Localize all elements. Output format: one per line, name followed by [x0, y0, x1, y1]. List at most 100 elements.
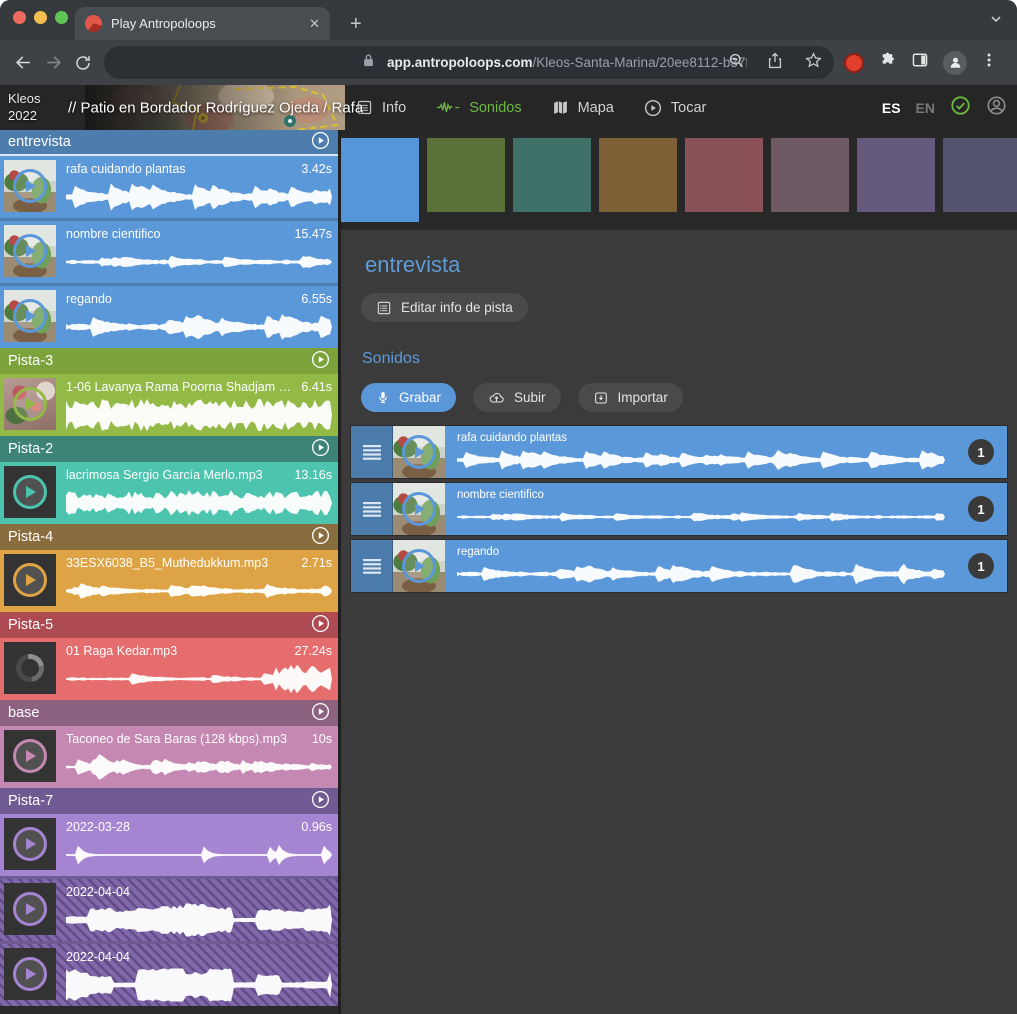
play-icon[interactable]: [13, 169, 47, 203]
track-header[interactable]: Pista-5: [0, 612, 338, 638]
record-button[interactable]: Grabar: [361, 383, 456, 412]
play-icon[interactable]: [13, 892, 47, 926]
track-play-button[interactable]: [311, 131, 330, 154]
sound-row[interactable]: rafa cuidando plantas1: [350, 425, 1008, 479]
track-color-tile[interactable]: [341, 138, 419, 222]
tab-favicon-icon: [85, 15, 102, 32]
clip-item[interactable]: 2022-04-04: [0, 879, 338, 941]
record-extension-icon[interactable]: [844, 53, 864, 73]
waveform: [457, 448, 945, 472]
track-color-tile[interactable]: [943, 138, 1017, 212]
clip-item[interactable]: 1-06 Lavanya Rama Poorna Shadjam Rupak..…: [0, 374, 338, 436]
play-icon[interactable]: [13, 299, 47, 333]
play-icon[interactable]: [13, 475, 47, 509]
track-header[interactable]: base: [0, 700, 338, 726]
track-header[interactable]: Pista-2: [0, 436, 338, 462]
track-play-button[interactable]: [311, 790, 330, 813]
play-icon[interactable]: [402, 549, 436, 583]
play-icon[interactable]: [402, 492, 436, 526]
track-color-tile[interactable]: [771, 138, 849, 212]
project-title: Kleos 2022: [8, 90, 41, 124]
track-section: entrevistarafa cuidando plantas3.42snomb…: [0, 130, 338, 348]
nav-tab-info[interactable]: Info: [356, 99, 406, 116]
track-color-tile[interactable]: [685, 138, 763, 212]
play-icon[interactable]: [13, 387, 47, 421]
reload-button[interactable]: [68, 48, 98, 78]
clip-item[interactable]: rafa cuidando plantas3.42s: [0, 156, 338, 218]
tab-title: Play Antropoloops: [111, 16, 300, 31]
nav-tab-tocar[interactable]: Tocar: [644, 99, 706, 117]
clip-title: lacrimosa Sergio García Merlo.mp3: [66, 468, 263, 483]
track-play-button[interactable]: [311, 438, 330, 461]
tab-search-chevron-icon[interactable]: [989, 12, 1003, 31]
clip-item[interactable]: 01 Raga Kedar.mp327.24s: [0, 638, 338, 700]
play-icon[interactable]: [13, 563, 47, 597]
nav-tab-mapa[interactable]: Mapa: [552, 99, 614, 116]
profile-avatar[interactable]: [943, 51, 967, 75]
play-icon[interactable]: [402, 435, 436, 469]
track-header[interactable]: Pista-3: [0, 348, 338, 374]
play-icon[interactable]: [13, 234, 47, 268]
track-color-tile[interactable]: [513, 138, 591, 212]
new-tab-button[interactable]: +: [344, 14, 368, 34]
play-icon[interactable]: [13, 957, 47, 991]
sound-row[interactable]: regando1: [350, 539, 1008, 593]
clip-item[interactable]: 2022-04-04: [0, 944, 338, 1006]
drag-handle[interactable]: [351, 540, 393, 592]
account-icon[interactable]: [986, 95, 1007, 121]
window-close-button[interactable]: [13, 11, 26, 24]
drag-handle[interactable]: [351, 426, 393, 478]
window-minimize-button[interactable]: [34, 11, 47, 24]
side-panel-icon[interactable]: [911, 51, 929, 74]
clip-duration: 27.24s: [294, 644, 332, 659]
track-color-tile[interactable]: [427, 138, 505, 212]
lock-icon[interactable]: [362, 53, 375, 72]
track-header[interactable]: Pista-4: [0, 524, 338, 550]
clip-item[interactable]: 2022-03-280.96s: [0, 814, 338, 876]
sound-count-badge: 1: [968, 553, 994, 579]
import-button[interactable]: Importar: [578, 383, 683, 412]
lang-en-button[interactable]: EN: [916, 100, 935, 116]
clip-duration: 2.71s: [301, 556, 332, 571]
play-icon[interactable]: [13, 827, 47, 861]
track-play-button[interactable]: [311, 350, 330, 373]
zoom-page-icon[interactable]: [728, 52, 745, 74]
clip-item[interactable]: Taconeo de Sara Baras (128 kbps).mp310s: [0, 726, 338, 788]
track-play-button[interactable]: [311, 614, 330, 637]
upload-button[interactable]: Subir: [473, 383, 561, 412]
sound-row[interactable]: nombre cientifico1: [350, 482, 1008, 536]
url-host: app.antropoloops.com: [387, 55, 533, 70]
clip-item[interactable]: regando6.55s: [0, 286, 338, 348]
drag-handle[interactable]: [351, 483, 393, 535]
waveform: [66, 574, 332, 608]
url-bar[interactable]: app.antropoloops.com/Kleos-Santa-Marina/…: [104, 46, 834, 79]
sync-status-check-icon[interactable]: [950, 95, 971, 121]
track-color-tiles: [341, 130, 1017, 230]
track-play-button[interactable]: [311, 526, 330, 549]
share-icon[interactable]: [767, 52, 783, 74]
clip-item[interactable]: lacrimosa Sergio García Merlo.mp313.16s: [0, 462, 338, 524]
play-icon[interactable]: [13, 739, 47, 773]
clip-item[interactable]: 33ESX6038_B5_Muthedukkum.mp32.71s: [0, 550, 338, 612]
track-color-tile[interactable]: [599, 138, 677, 212]
forward-button[interactable]: [38, 48, 68, 78]
lang-es-button[interactable]: ES: [882, 100, 901, 116]
back-button[interactable]: [8, 48, 38, 78]
window-zoom-button[interactable]: [55, 11, 68, 24]
track-name: Pista-2: [8, 441, 311, 457]
extensions-puzzle-icon[interactable]: [878, 51, 897, 75]
browser-tab[interactable]: Play Antropoloops ✕: [75, 7, 330, 40]
nav-tab-sonidos[interactable]: Sonidos: [436, 100, 521, 116]
browser-menu-icon[interactable]: [981, 52, 997, 73]
clip-title: Taconeo de Sara Baras (128 kbps).mp3: [66, 732, 287, 747]
clip-duration: 0.96s: [301, 820, 332, 835]
clip-item[interactable]: nombre cientifico15.47s: [0, 221, 338, 283]
edit-track-info-button[interactable]: Editar info de pista: [361, 293, 528, 322]
track-header[interactable]: Pista-7: [0, 788, 338, 814]
track-color-tile[interactable]: [857, 138, 935, 212]
bookmark-star-icon[interactable]: [805, 52, 822, 74]
track-header[interactable]: entrevista: [0, 130, 338, 156]
track-section: Pista-501 Raga Kedar.mp327.24s: [0, 612, 338, 700]
track-play-button[interactable]: [311, 702, 330, 725]
tab-close-icon[interactable]: ✕: [309, 16, 320, 32]
